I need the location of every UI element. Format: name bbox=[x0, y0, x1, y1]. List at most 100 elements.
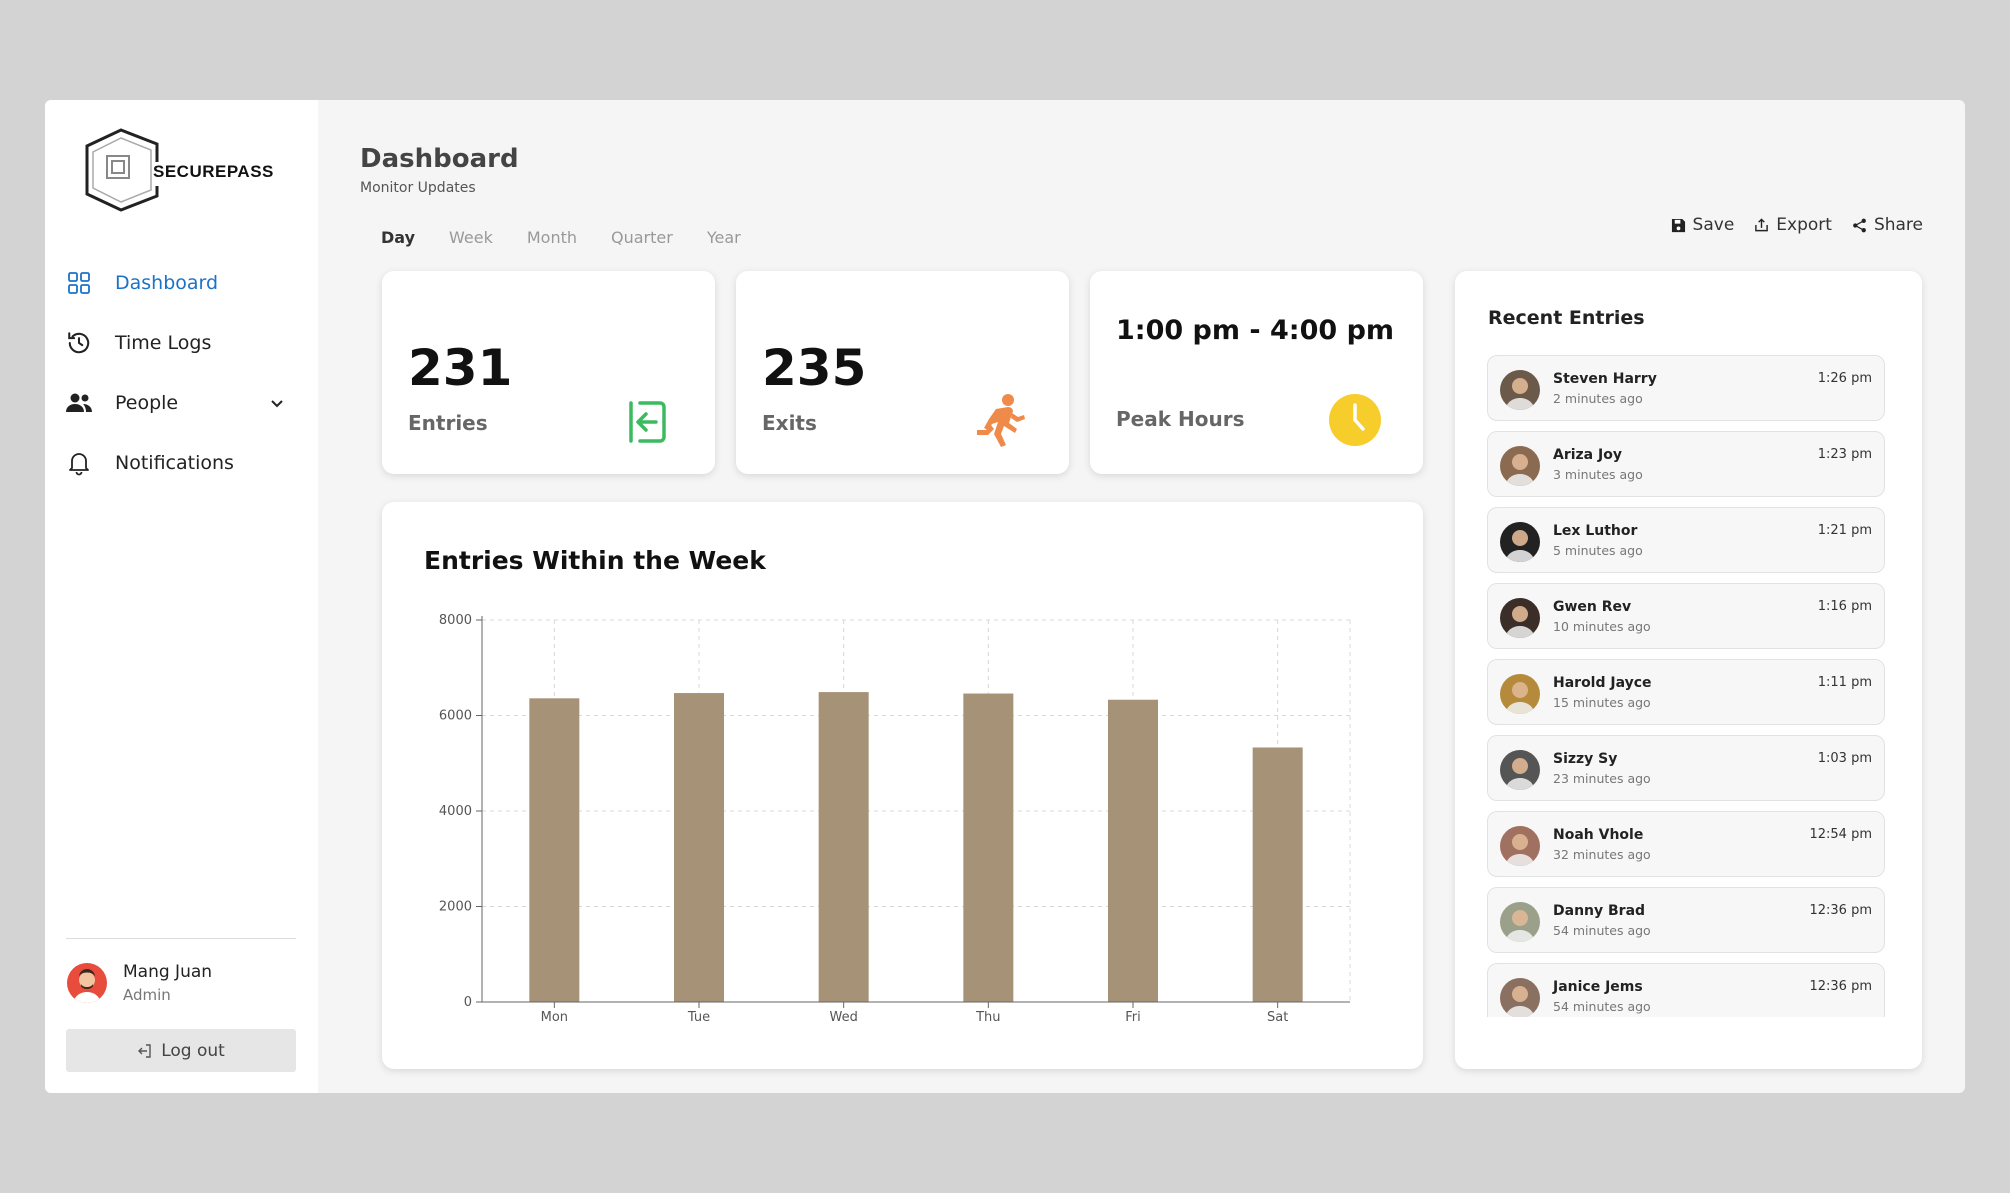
list-item[interactable]: Lex Luthor 5 minutes ago 1:21 pm bbox=[1487, 507, 1885, 573]
avatar bbox=[1500, 370, 1540, 410]
entry-name: Ariza Joy bbox=[1553, 447, 1622, 463]
exits-label: Exits bbox=[762, 411, 817, 435]
entry-name: Harold Jayce bbox=[1553, 675, 1652, 691]
people-icon bbox=[65, 389, 93, 417]
export-label: Export bbox=[1776, 215, 1832, 235]
grid-icon bbox=[65, 269, 93, 297]
entry-ago: 2 minutes ago bbox=[1553, 391, 1643, 406]
entry-ago: 54 minutes ago bbox=[1553, 999, 1651, 1014]
bar bbox=[674, 693, 724, 1002]
entry-time: 1:11 pm bbox=[1817, 675, 1872, 690]
entry-ago: 32 minutes ago bbox=[1553, 847, 1651, 862]
avatar bbox=[1500, 598, 1540, 638]
tab-year[interactable]: Year bbox=[707, 228, 741, 247]
x-tick-label: Fri bbox=[1125, 1010, 1141, 1025]
sidebar-item-label: Dashboard bbox=[115, 272, 219, 294]
bar bbox=[529, 698, 580, 1002]
sidebar: SECUREPASS Dashboard Time Logs People No… bbox=[45, 100, 318, 1093]
history-icon bbox=[65, 329, 93, 357]
sidebar-item-time-logs[interactable]: Time Logs bbox=[65, 313, 297, 373]
avatar bbox=[1500, 902, 1540, 942]
brand-name: SECUREPASS bbox=[153, 162, 274, 181]
list-item[interactable]: Sizzy Sy 23 minutes ago 1:03 pm bbox=[1487, 735, 1885, 801]
entry-ago: 10 minutes ago bbox=[1553, 619, 1651, 634]
logout-label: Log out bbox=[161, 1040, 225, 1061]
x-tick-label: Wed bbox=[829, 1010, 857, 1025]
page-subtitle: Monitor Updates bbox=[360, 180, 476, 196]
entries-card: 231 Entries bbox=[382, 271, 715, 474]
exits-count: 235 bbox=[762, 339, 867, 397]
entry-ago: 3 minutes ago bbox=[1553, 467, 1643, 482]
entry-time: 1:21 pm bbox=[1817, 523, 1872, 538]
save-button[interactable]: Save bbox=[1671, 215, 1735, 235]
sidebar-item-dashboard[interactable]: Dashboard bbox=[65, 253, 297, 313]
peak-hours-label: Peak Hours bbox=[1116, 407, 1245, 431]
entries-label: Entries bbox=[408, 411, 488, 435]
list-item[interactable]: Ariza Joy 3 minutes ago 1:23 pm bbox=[1487, 431, 1885, 497]
sidebar-item-people[interactable]: People bbox=[65, 373, 297, 433]
export-icon bbox=[1755, 218, 1769, 232]
recent-entries-list: Steven Harry 2 minutes ago 1:26 pm Ariza Jo… bbox=[1487, 355, 1887, 1017]
entry-ago: 5 minutes ago bbox=[1553, 543, 1643, 558]
entry-name: Gwen Rev bbox=[1553, 599, 1632, 615]
x-tick-label: Thu bbox=[975, 1010, 1000, 1025]
x-tick-label: Tue bbox=[687, 1010, 710, 1025]
sidebar-divider bbox=[66, 938, 296, 939]
entry-name: Lex Luthor bbox=[1553, 523, 1638, 539]
recent-entries-title: Recent Entries bbox=[1488, 307, 1645, 329]
enter-icon bbox=[629, 401, 666, 443]
peak-hours-value: 1:00 pm - 4:00 pm bbox=[1116, 315, 1395, 346]
share-button[interactable]: Share bbox=[1852, 215, 1923, 235]
bar bbox=[963, 693, 1014, 1002]
app-window: SECUREPASS Dashboard Time Logs People No… bbox=[45, 100, 1965, 1093]
entry-ago: 15 minutes ago bbox=[1553, 695, 1651, 710]
bar bbox=[1108, 699, 1158, 1002]
peak-hours-card: 1:00 pm - 4:00 pm Peak Hours bbox=[1090, 271, 1423, 474]
avatar bbox=[1500, 446, 1540, 486]
list-item[interactable]: Janice Jems 54 minutes ago 12:36 pm bbox=[1487, 963, 1885, 1017]
export-button[interactable]: Export bbox=[1754, 215, 1832, 235]
tab-month[interactable]: Month bbox=[527, 228, 577, 247]
user-profile[interactable]: Mang Juan Admin bbox=[67, 962, 212, 1004]
x-tick-label: Sat bbox=[1267, 1010, 1288, 1025]
chevron-down-icon[interactable] bbox=[267, 393, 287, 413]
exits-card: 235 Exits bbox=[736, 271, 1069, 474]
tab-quarter[interactable]: Quarter bbox=[611, 228, 673, 247]
entry-time: 12:36 pm bbox=[1809, 903, 1872, 918]
list-item[interactable]: Gwen Rev 10 minutes ago 1:16 pm bbox=[1487, 583, 1885, 649]
avatar bbox=[1500, 674, 1540, 714]
list-item[interactable]: Harold Jayce 15 minutes ago 1:11 pm bbox=[1487, 659, 1885, 725]
list-item[interactable]: Noah Vhole 32 minutes ago 12:54 pm bbox=[1487, 811, 1885, 877]
toolbar: Save Export Share bbox=[1651, 215, 1923, 235]
y-tick-label: 8000 bbox=[439, 613, 472, 628]
weekly-entries-chart: 0 2000 4000 6000 8000 Mon Tue Wed Thu Fri Sat bbox=[439, 613, 1351, 1025]
entry-time: 1:23 pm bbox=[1817, 447, 1872, 462]
tab-day[interactable]: Day bbox=[381, 228, 415, 247]
list-item[interactable]: Danny Brad 54 minutes ago 12:36 pm bbox=[1487, 887, 1885, 953]
running-icon bbox=[977, 394, 1025, 447]
bar bbox=[1252, 747, 1303, 1002]
entry-time: 1:16 pm bbox=[1817, 599, 1872, 614]
x-tick-label: Mon bbox=[541, 1010, 568, 1025]
entry-name: Janice Jems bbox=[1553, 979, 1643, 995]
bar bbox=[818, 692, 869, 1002]
entry-name: Danny Brad bbox=[1553, 903, 1646, 919]
save-label: Save bbox=[1692, 215, 1735, 235]
sidebar-item-label: Time Logs bbox=[115, 332, 212, 354]
list-item[interactable]: Steven Harry 2 minutes ago 1:26 pm bbox=[1487, 355, 1885, 421]
y-tick-label: 2000 bbox=[439, 900, 472, 915]
sidebar-item-notifications[interactable]: Notifications bbox=[65, 433, 297, 493]
entry-name: Sizzy Sy bbox=[1553, 751, 1618, 767]
user-name: Mang Juan bbox=[123, 962, 213, 982]
avatar bbox=[1500, 826, 1540, 866]
share-label: Share bbox=[1873, 215, 1923, 235]
logout-button[interactable]: Log out bbox=[66, 1029, 296, 1072]
page-title: Dashboard bbox=[360, 144, 519, 174]
entry-name: Noah Vhole bbox=[1553, 827, 1644, 843]
logout-icon bbox=[138, 1043, 151, 1058]
entry-ago: 54 minutes ago bbox=[1553, 923, 1651, 938]
entry-time: 1:26 pm bbox=[1817, 371, 1872, 386]
tab-week[interactable]: Week bbox=[449, 228, 493, 247]
y-tick-label: 4000 bbox=[439, 804, 472, 819]
y-tick-label: 0 bbox=[464, 995, 472, 1010]
